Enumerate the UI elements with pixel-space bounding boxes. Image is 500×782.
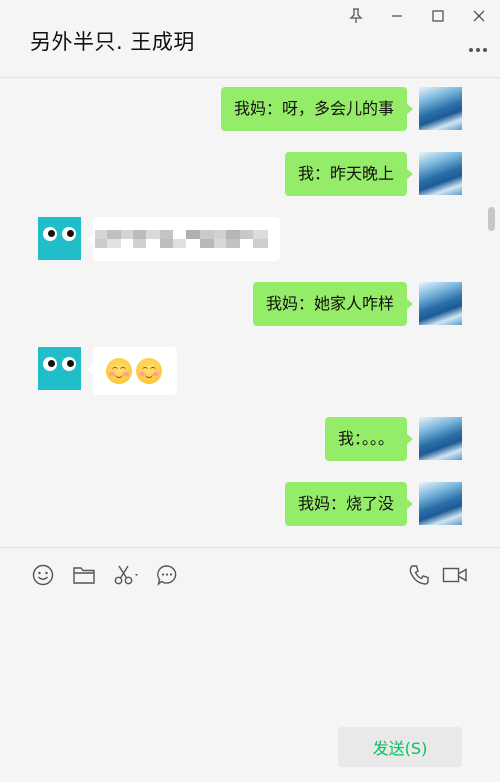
scrollbar[interactable] [488, 207, 495, 231]
message-bubble[interactable]: 我妈：烧了没 [284, 482, 414, 526]
folder-icon[interactable] [72, 563, 96, 587]
avatar-eye [62, 227, 76, 241]
avatar[interactable] [38, 217, 81, 260]
send-button[interactable]: 发送(S) [338, 727, 462, 767]
avatar-eye [43, 227, 57, 241]
smiling-face-icon [136, 358, 162, 384]
message-bubble[interactable]: 我妈：呀，多会儿的事 [220, 87, 414, 131]
avatar[interactable] [419, 152, 462, 195]
message-row: 我妈：烧了没 [0, 482, 500, 526]
scissors-icon[interactable] [113, 563, 141, 587]
message-row [0, 347, 500, 395]
avatar[interactable] [419, 282, 462, 325]
smiling-face-icon [106, 358, 132, 384]
maximize-icon[interactable] [428, 6, 448, 26]
avatar[interactable] [419, 87, 462, 130]
voice-call-icon[interactable] [407, 563, 431, 587]
message-bubble[interactable]: 我：。。。 [324, 417, 414, 461]
message-row: 我妈：她家人咋样 [0, 282, 500, 326]
divider [0, 547, 500, 548]
message-list[interactable]: 我妈：呀，多会儿的事 我：昨天晚上 我妈：她家人咋样 我：。。。 我妈：烧了没 [0, 79, 500, 547]
message-bubble[interactable]: 我妈：她家人咋样 [252, 282, 414, 326]
pixelated-message-bubble[interactable] [87, 217, 280, 261]
avatar[interactable] [419, 417, 462, 460]
avatar-eye [62, 357, 76, 371]
emoji-message-bubble[interactable] [87, 347, 177, 395]
emoji-icon[interactable] [31, 563, 55, 587]
chat-header: 另外半只. 王成玥 [0, 0, 500, 78]
chat-title: 另外半只. 王成玥 [30, 30, 195, 54]
message-input[interactable] [0, 595, 500, 715]
avatar-eye [43, 357, 57, 371]
video-call-icon[interactable] [442, 563, 468, 587]
message-row [0, 217, 500, 261]
minimize-icon[interactable] [387, 6, 407, 26]
message-row: 我妈：呀，多会儿的事 [0, 87, 500, 131]
avatar[interactable] [38, 347, 81, 390]
close-icon[interactable] [469, 6, 489, 26]
chat-history-icon[interactable] [155, 563, 179, 587]
message-row: 我：昨天晚上 [0, 152, 500, 196]
more-icon[interactable] [468, 40, 488, 60]
pin-icon[interactable] [346, 6, 366, 26]
avatar[interactable] [419, 482, 462, 525]
message-row: 我：。。。 [0, 417, 500, 461]
message-bubble[interactable]: 我：昨天晚上 [284, 152, 414, 196]
